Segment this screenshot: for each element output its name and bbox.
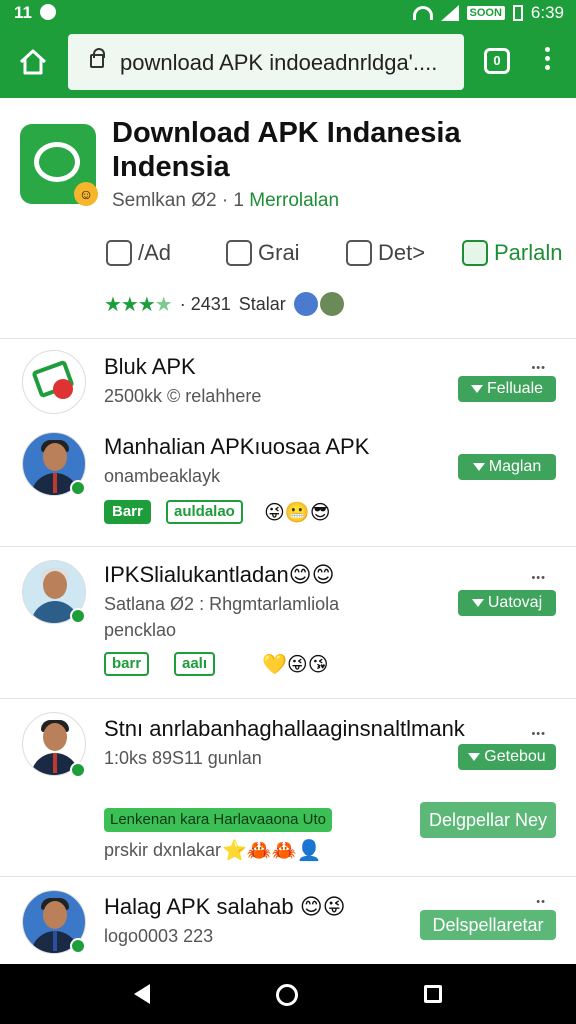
verified-icon (70, 608, 86, 624)
item-subtitle-2: pencklao (104, 620, 177, 640)
divider (0, 546, 576, 547)
rating-row: ★★★★ · 2431 Stalar (104, 290, 344, 318)
item-subtitle: onambeaklayk (104, 466, 221, 486)
emoji-reactions: 😜😬😎 (264, 502, 331, 524)
tag-badge[interactable]: aalı (174, 652, 216, 676)
notification-icon (40, 4, 56, 20)
wifi-icon (412, 6, 433, 20)
browser-toolbar: pownload APK indoeadnrldga'.... 0 (0, 26, 576, 98)
emoji-reactions: ⭐🦀🦀👤 (222, 840, 322, 862)
action-label: Parlaln (494, 240, 563, 265)
app-icon[interactable]: ☺ (20, 124, 98, 206)
highlight-label: Lenkenan kara Harlavaaona Uto (104, 808, 332, 832)
app-subtitle: Semlkan Ø2 · 1 Merrolalan (112, 190, 339, 212)
more-icon[interactable]: •• (536, 896, 546, 908)
title-line-2: Indensia (112, 151, 230, 183)
download-check-icon (462, 240, 488, 266)
download-arrow-icon (470, 385, 483, 393)
verified-icon (70, 762, 86, 778)
share-action[interactable]: Det> (346, 236, 425, 270)
item-title: Halag APK salahab 😊😜 (104, 894, 346, 919)
more-icon[interactable]: ••• (531, 572, 546, 584)
like-action[interactable]: /Ad (106, 236, 171, 270)
verified-icon (70, 480, 86, 496)
url-text[interactable]: pownload APK indoeadnrldga'.... (120, 50, 437, 76)
list-item[interactable]: Halag APK salahab 😊😜 logo0003 223 •• Del… (0, 882, 576, 964)
item-title: Manhalian APKıuosaa APK (104, 434, 370, 459)
more-icon[interactable]: ••• (531, 728, 546, 740)
verified-icon (70, 938, 86, 954)
back-icon[interactable] (134, 984, 150, 1004)
action-bar: /Ad Grai Det> Parlaln (106, 236, 566, 270)
item-subtitle: 1:0ks 89S11 gunlan (104, 748, 262, 768)
item-subtitle: 2500kk © relahhere (104, 386, 262, 406)
chat-bubble-icon (34, 142, 80, 182)
divider (0, 338, 576, 339)
download-arrow-icon (471, 599, 484, 607)
comment-action[interactable]: Grai (226, 236, 300, 270)
tag-badge[interactable]: auldalao (166, 500, 243, 524)
page-title: Download APK Indanesia Indensia (112, 116, 552, 184)
lock-icon (90, 48, 105, 68)
status-icons: SOON 6:39 (412, 3, 564, 23)
avatar-small-1 (293, 292, 318, 316)
download-button[interactable]: Maglan (458, 454, 556, 480)
download-arrow-icon (468, 753, 481, 761)
item-title: Bluk APK (104, 354, 196, 379)
thumbs-up-icon (106, 240, 132, 266)
tag-badge[interactable]: barr (104, 652, 150, 676)
star-rating: ★★★★ (104, 293, 173, 316)
item-title: IPKSlialukantladan😊😊 (104, 562, 335, 587)
download-button[interactable]: Uatovaj (458, 590, 556, 616)
list-item[interactable]: IPKSlialukantladan😊😊 Satlana Ø2 : Rhgmta… (0, 552, 576, 698)
rating-label: Stalar (238, 293, 286, 314)
secondary-download-button[interactable]: Delgpellar Ney (420, 802, 556, 838)
emoji-badge-icon: ☺ (74, 182, 98, 206)
home-circle-icon[interactable] (276, 984, 298, 1006)
subtitle-link[interactable]: Merrolalan (249, 190, 339, 211)
status-bar: 11 SOON 6:39 (0, 0, 576, 26)
list-item[interactable]: Manhalian APKıuosaa APK onambeaklayk Mag… (0, 426, 576, 546)
avatar-small-2 (319, 292, 344, 316)
list-item[interactable]: Stnı anrlabanhaghallaaginsnaltlmank 1:0k… (0, 706, 576, 876)
tabs-button[interactable]: 0 (484, 48, 510, 74)
battery-label: SOON (466, 6, 505, 20)
divider (0, 698, 576, 699)
status-time-left: 11 (14, 3, 32, 22)
download-button[interactable]: Getebou (458, 744, 556, 770)
battery-icon (512, 5, 523, 21)
divider (0, 876, 576, 877)
item-subtitle: Satlana Ø2 : Rhgmtarlamliola (104, 594, 340, 614)
more-icon[interactable]: ••• (531, 362, 546, 374)
title-line-1: Download APK Indanesia (112, 117, 461, 149)
download-button[interactable]: Felluale (458, 376, 556, 402)
action-label: /Ad (138, 240, 172, 265)
action-label: Grai (258, 240, 300, 265)
item-title: Stnı anrlabanhaghallaaginsnaltlmank (104, 716, 465, 741)
item-subtitle-2: prskir dxnlakar (104, 840, 222, 860)
app-logo-avatar (22, 350, 86, 414)
tag-badge[interactable]: Barr (104, 500, 151, 524)
download-button[interactable]: Delspellaretar (420, 910, 556, 940)
emoji-reactions: 💛😜😘 (262, 654, 329, 676)
item-subtitle: logo0003 223 (104, 926, 214, 946)
list-item[interactable]: Bluk APK 2500kk © relahhere ••• Felluale (0, 346, 576, 426)
subtitle-meta: Semlkan Ø2 · 1 (112, 190, 244, 211)
download-action[interactable]: Parlaln (462, 236, 562, 270)
home-icon[interactable] (18, 48, 48, 76)
recents-icon[interactable] (424, 985, 442, 1003)
system-nav-bar (0, 964, 576, 1024)
download-arrow-icon (472, 463, 485, 471)
rating-count: · 2431 (179, 293, 231, 314)
address-bar[interactable]: pownload APK indoeadnrldga'.... (68, 34, 464, 90)
status-time-right: 6:39 (530, 3, 564, 22)
chat-icon (226, 240, 252, 266)
signal-icon (440, 5, 459, 21)
thumbs-up-outline-icon (346, 240, 372, 266)
action-label: Det> (378, 240, 426, 265)
overflow-menu-icon[interactable] (540, 44, 554, 80)
